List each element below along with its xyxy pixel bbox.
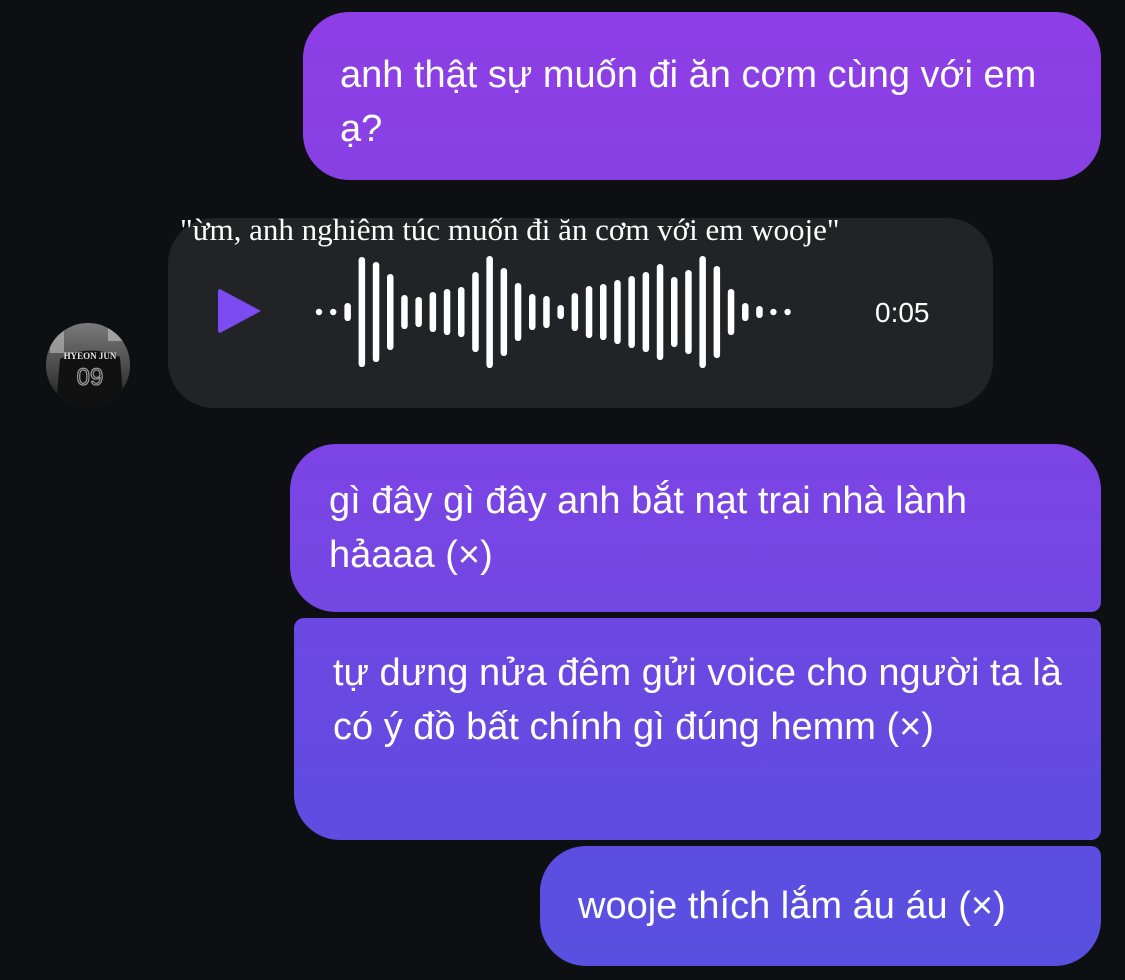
waveform-bar bbox=[514, 283, 522, 341]
message-text: wooje thích lắm áu áu (×) bbox=[578, 885, 1006, 927]
voice-caption: "ừm, anh nghiêm túc muốn đi ăn cơm với e… bbox=[180, 212, 840, 247]
waveform-bar bbox=[585, 286, 593, 338]
message-bubble-outgoing[interactable]: wooje thích lắm áu áu (×) bbox=[540, 846, 1101, 966]
waveform-bar bbox=[330, 308, 337, 316]
waveform-bar bbox=[656, 264, 664, 360]
message-text: tự dưng nửa đêm gửi voice cho người ta l… bbox=[333, 652, 1062, 748]
message-bubble-outgoing[interactable]: gì đây gì đây anh bắt nạt trai nhà lành … bbox=[290, 444, 1101, 612]
waveform-bar bbox=[387, 274, 394, 350]
waveform-icon[interactable] bbox=[312, 250, 832, 374]
message-bubble-outgoing[interactable]: anh thật sự muốn đi ăn cơm cùng với em ạ… bbox=[303, 12, 1101, 180]
waveform-bar bbox=[770, 308, 777, 316]
waveform-bar bbox=[756, 306, 763, 318]
waveform-bar bbox=[443, 289, 451, 335]
waveform-bar bbox=[372, 262, 380, 362]
avatar[interactable]: HYEON JUN 09 bbox=[46, 323, 130, 407]
waveform-bar bbox=[727, 289, 735, 335]
waveform-bar bbox=[358, 257, 366, 367]
chat-screen: anh thật sự muốn đi ăn cơm cùng với em ạ… bbox=[0, 0, 1125, 980]
waveform-bar bbox=[600, 284, 607, 340]
waveform-bar bbox=[571, 293, 579, 331]
waveform-bar bbox=[344, 303, 351, 321]
waveform-bar bbox=[557, 305, 564, 319]
waveform-bar bbox=[784, 308, 791, 316]
waveform-bar bbox=[671, 277, 678, 347]
waveform-bar bbox=[699, 256, 706, 368]
voice-duration: 0:05 bbox=[875, 297, 930, 328]
avatar-jersey-number: 09 bbox=[77, 364, 104, 391]
waveform-bar bbox=[315, 308, 323, 316]
waveform-bar bbox=[472, 272, 479, 352]
message-text: gì đây gì đây anh bắt nạt trai nhà lành … bbox=[329, 480, 968, 576]
waveform-bar bbox=[529, 294, 536, 330]
waveform-bar bbox=[685, 270, 692, 354]
waveform-bar bbox=[543, 296, 550, 328]
waveform-bar bbox=[429, 292, 437, 332]
waveform-bar bbox=[713, 266, 721, 358]
avatar-jersey-name: HYEON JUN bbox=[64, 351, 117, 361]
message-bubble-outgoing[interactable]: tự dưng nửa đêm gửi voice cho người ta l… bbox=[294, 618, 1101, 840]
waveform-bar bbox=[642, 272, 650, 352]
waveform-bar bbox=[401, 295, 408, 329]
waveform-bar bbox=[742, 303, 749, 321]
waveform-bar bbox=[614, 280, 621, 344]
waveform-bar bbox=[415, 297, 422, 327]
message-text: anh thật sự muốn đi ăn cơm cùng với em ạ… bbox=[340, 54, 1037, 150]
waveform-bar bbox=[628, 276, 635, 348]
waveform-bar bbox=[486, 256, 493, 368]
play-icon[interactable] bbox=[218, 288, 261, 334]
waveform-bar bbox=[500, 268, 508, 356]
waveform-bar bbox=[458, 287, 465, 337]
